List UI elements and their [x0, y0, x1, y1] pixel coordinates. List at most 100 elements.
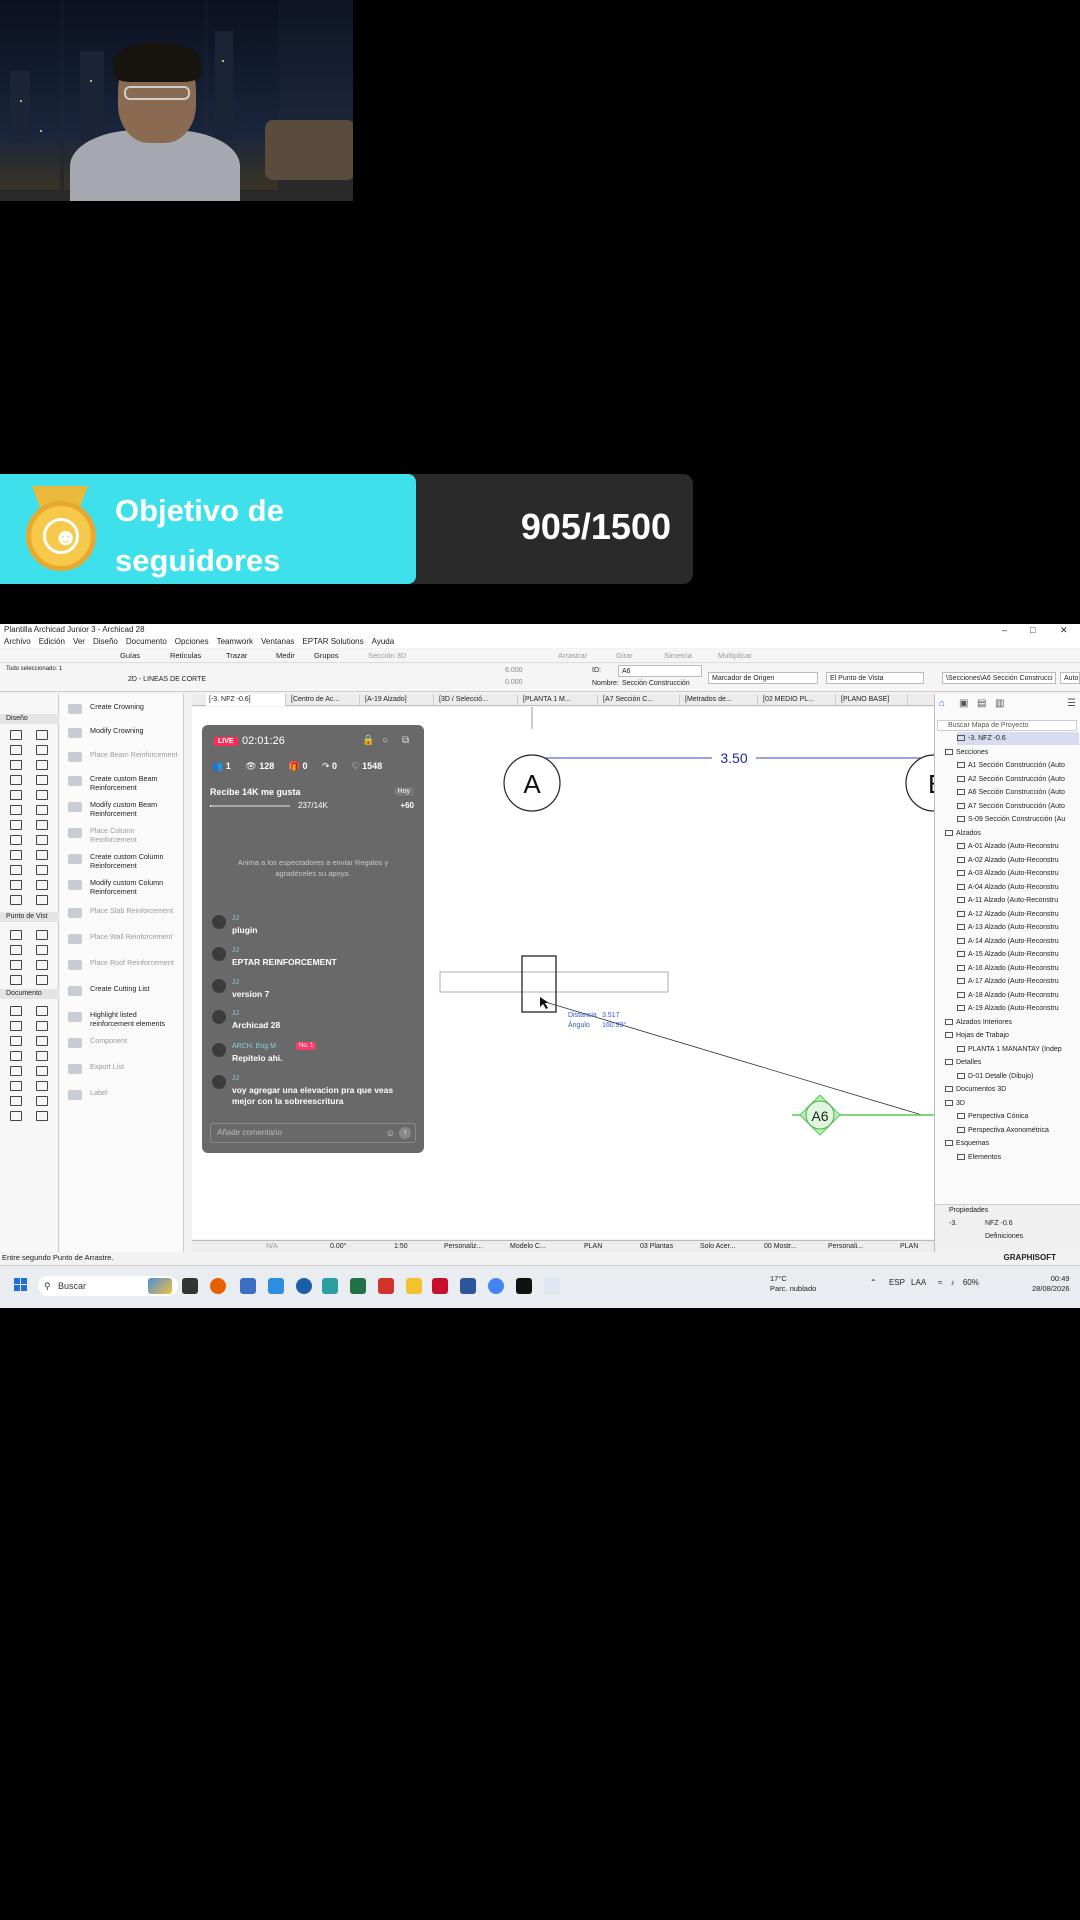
tool-icon[interactable]	[10, 945, 22, 955]
avatar[interactable]	[212, 1010, 226, 1024]
search-highlight-icon[interactable]	[148, 1278, 172, 1294]
name-field[interactable]: Sección Construcción	[622, 680, 690, 687]
id-field[interactable]: A6	[618, 665, 702, 677]
avatar[interactable]	[212, 979, 226, 993]
maximize-icon[interactable]: □	[1030, 624, 1035, 636]
tool-icon[interactable]	[36, 930, 48, 940]
tool-icon[interactable]	[10, 865, 22, 875]
navigator-item[interactable]: Perspectiva Axonométrica	[957, 1124, 1079, 1137]
navigator-item[interactable]: A-12 Alzado (Auto-Reconstru	[957, 908, 1079, 921]
view-map-icon[interactable]: ▣	[959, 698, 968, 709]
menu-item[interactable]: Ayuda	[368, 636, 399, 648]
auto-dropdown[interactable]: Auto	[1060, 672, 1080, 684]
chat-username[interactable]: JJ	[232, 947, 239, 954]
lock-icon[interactable]: 🔒	[362, 735, 374, 746]
value-a[interactable]: 6.000	[505, 667, 523, 674]
navigator-item[interactable]: Documentos 3D	[945, 1083, 1079, 1096]
grids-button[interactable]: Retículas	[170, 650, 201, 662]
menu-item[interactable]: Diseño	[89, 636, 122, 648]
menu-item[interactable]: Ver	[69, 636, 89, 648]
acrobat-icon[interactable]	[378, 1278, 394, 1294]
avatar[interactable]	[212, 1043, 226, 1057]
settings-icon[interactable]: ○	[382, 735, 388, 746]
navigator-item[interactable]: A-19 Alzado (Auto-Reconstru	[957, 1002, 1079, 1015]
lang-indicator[interactable]: ESP	[889, 1278, 905, 1287]
navigator-item[interactable]: A-16 Alzado (Auto-Reconstru	[957, 962, 1079, 975]
navigator-item[interactable]: Perspectiva Cónica	[957, 1110, 1079, 1123]
navigator-item[interactable]: A-18 Alzado (Auto-Reconstru	[957, 989, 1079, 1002]
send-icon[interactable]: ↑	[399, 1127, 411, 1139]
menu-item[interactable]: EPTAR Solutions	[298, 636, 367, 648]
tool-icon[interactable]	[36, 1021, 48, 1031]
tool-icon[interactable]	[36, 880, 48, 890]
volume-icon[interactable]: ♪	[951, 1278, 955, 1287]
tool-icon[interactable]	[10, 820, 22, 830]
toolbox-section-viewpoint[interactable]: Punto de Vist	[0, 912, 59, 922]
tool-icon[interactable]	[36, 1051, 48, 1061]
tool-icon[interactable]	[10, 1036, 22, 1046]
tool-icon[interactable]	[10, 775, 22, 785]
tool-icon[interactable]	[10, 1096, 22, 1106]
tool-icon[interactable]	[36, 1006, 48, 1016]
avatar[interactable]	[212, 915, 226, 929]
navigator-search-input[interactable]: Buscar Mapa de Proyecto	[937, 720, 1077, 731]
view-tab[interactable]: [A-19 Alzado]	[362, 694, 434, 706]
rotate-button[interactable]: Girar	[616, 650, 633, 662]
navigator-item[interactable]: Detalles	[945, 1056, 1079, 1069]
groups-button[interactable]: Grupos	[314, 650, 339, 662]
tool-icon[interactable]	[10, 745, 22, 755]
menu-item[interactable]: Opciones	[171, 636, 213, 648]
navigator-item[interactable]: A-11 Alzado (Auto-Reconstru	[957, 894, 1079, 907]
weather-widget[interactable]: 17°C Parc. nublado	[770, 1274, 816, 1294]
tool-icon[interactable]	[36, 790, 48, 800]
tiktok-live-icon[interactable]	[544, 1278, 560, 1294]
project-map-icon[interactable]: ⌂	[939, 698, 945, 709]
properties-value[interactable]: NFZ -0.6	[985, 1220, 1013, 1227]
wall-outline[interactable]	[439, 971, 669, 993]
tool-icon[interactable]	[10, 1066, 22, 1076]
navigator-item[interactable]: A-15 Alzado (Auto-Reconstru	[957, 948, 1079, 961]
menu-item[interactable]: Archivo	[0, 636, 35, 648]
navigator-item[interactable]: Hojas de Trabajo	[945, 1029, 1079, 1042]
navigator-item[interactable]: A1 Sección Construcción (Auto	[957, 759, 1079, 772]
navigator-item[interactable]: S-09 Sección Construcción (Au	[957, 813, 1079, 826]
tool-icon[interactable]	[10, 760, 22, 770]
tool-icon[interactable]	[10, 1081, 22, 1091]
excel-icon[interactable]	[350, 1278, 366, 1294]
navigator-item[interactable]: Elementos	[957, 1151, 1079, 1164]
menu-item[interactable]: Documento	[122, 636, 171, 648]
marker-dropdown[interactable]: Marcador de Origen	[708, 672, 818, 684]
navigator-item[interactable]: PLANTA 1 MANANTAY (Indep	[957, 1043, 1079, 1056]
view-tab[interactable]: [PLANO BASE]	[838, 694, 908, 706]
windows-start-icon[interactable]	[14, 1278, 28, 1292]
tool-icon[interactable]	[10, 930, 22, 940]
layout-book-icon[interactable]: ▤	[977, 698, 986, 709]
avatar[interactable]	[212, 947, 226, 961]
tool-icon[interactable]	[36, 835, 48, 845]
tool-icon[interactable]	[10, 1111, 22, 1121]
navigator-item[interactable]: 3D	[945, 1097, 1079, 1110]
minimize-icon[interactable]: –	[1002, 624, 1007, 636]
chat-username[interactable]: JJ	[232, 979, 239, 986]
path-field[interactable]: \Secciones\A6 Sección Construcci	[942, 672, 1056, 684]
tool-icon[interactable]	[10, 1006, 22, 1016]
multiply-button[interactable]: Multiplicar	[718, 650, 752, 662]
menu-item[interactable]: Ventanas	[257, 636, 298, 648]
publisher-icon[interactable]: ▥	[995, 698, 1004, 709]
navigator-item[interactable]: A-03 Alzado (Auto-Reconstru	[957, 867, 1079, 880]
toolbox-section-document[interactable]: Documento	[0, 989, 59, 999]
guides-button[interactable]: Guías	[120, 650, 140, 662]
navigator-item[interactable]: A-02 Alzado (Auto-Reconstru	[957, 854, 1079, 867]
clock[interactable]: 00:49 28/08/2026	[1032, 1274, 1070, 1294]
navigator-item[interactable]: A2 Sección Construcción (Auto	[957, 773, 1079, 786]
tool-icon[interactable]	[10, 730, 22, 740]
tool-icon[interactable]	[10, 880, 22, 890]
navigator-item[interactable]: A-17 Alzado (Auto-Reconstru	[957, 975, 1079, 988]
firefox-icon[interactable]	[210, 1278, 226, 1294]
notepad-icon[interactable]	[322, 1278, 338, 1294]
tool-icon[interactable]	[36, 850, 48, 860]
view-tab[interactable]: [A7 Sección C...	[600, 694, 680, 706]
menu-item[interactable]: Edición	[35, 636, 69, 648]
tool-icon[interactable]	[36, 775, 48, 785]
trace-button[interactable]: Trazar	[226, 650, 247, 662]
